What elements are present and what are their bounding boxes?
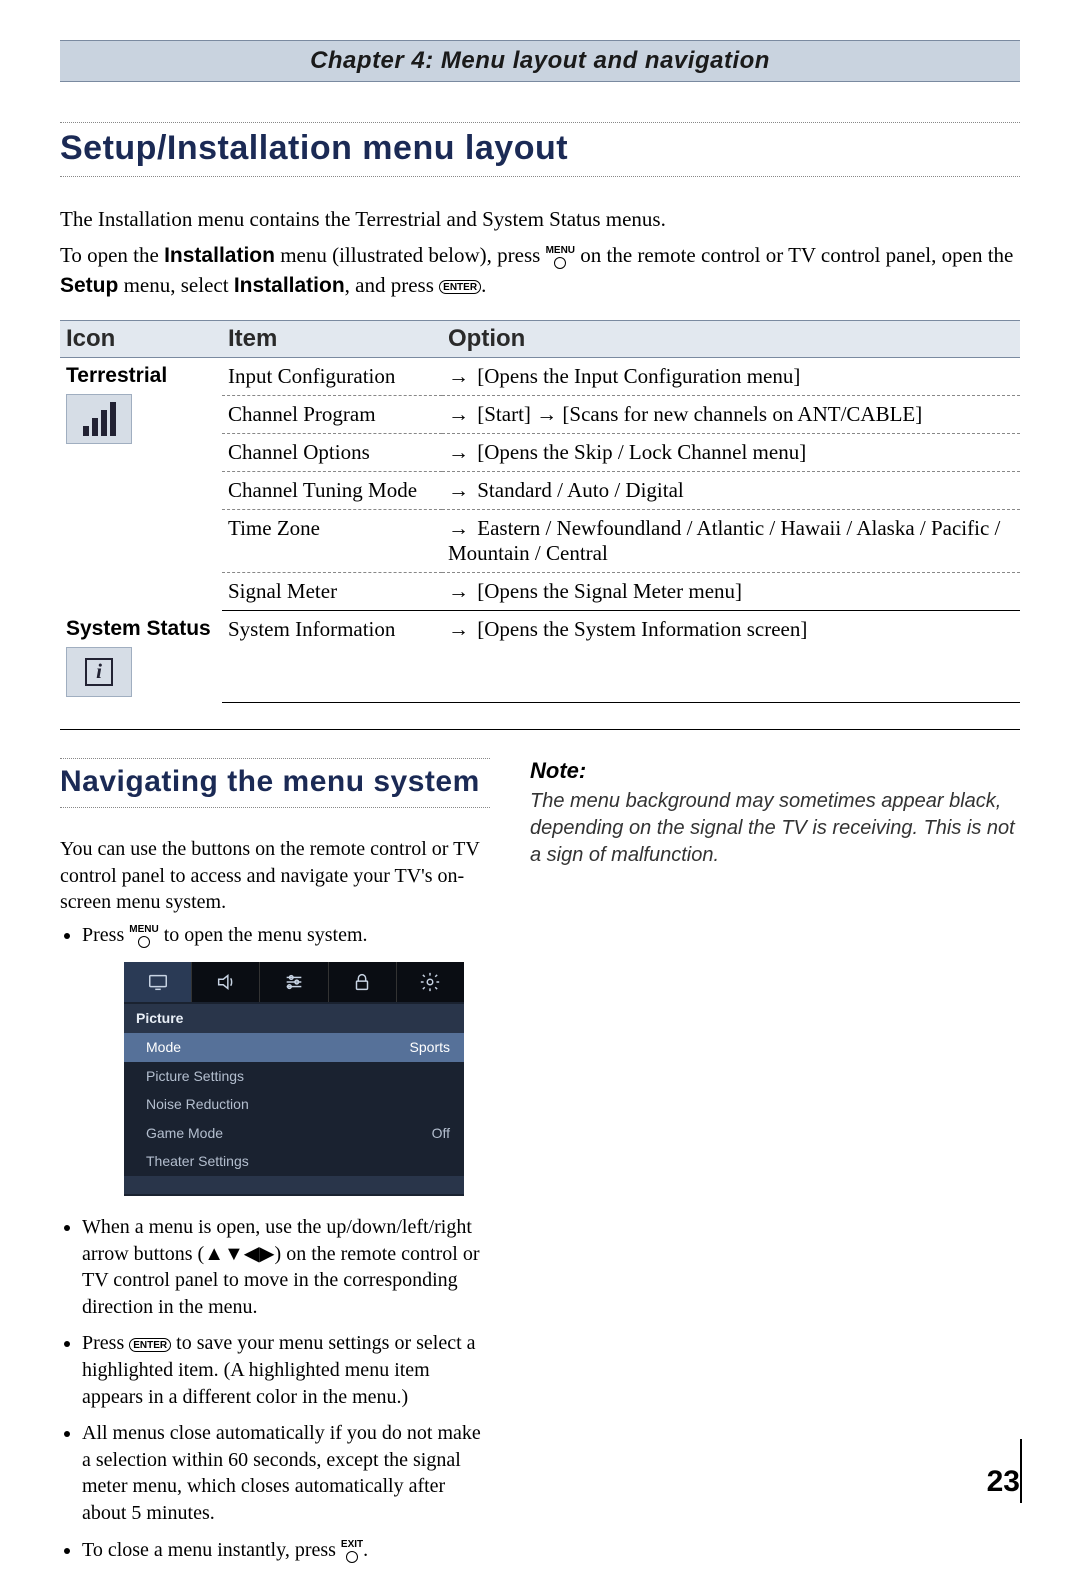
arrow-icon: → [448,517,472,541]
osd-tab-picture-icon [124,962,191,1002]
arrow-icon: → [448,618,472,642]
arrow-icon: → [448,479,472,503]
section-setup-install: Setup/Installation menu layout [60,122,1020,177]
option-cell: → [Start] → [Scans for new channels on A… [442,396,1020,434]
arrow-icon: → [448,403,472,427]
chapter-banner: Chapter 4: Menu layout and navigation [60,40,1020,82]
table-row: System Status i System Information→ [Opens… [60,611,1020,703]
osd-row: Game Mode Off [124,1119,464,1148]
osd-row-value: Sports [410,1038,450,1057]
section-navigating: Navigating the menu system [60,758,490,808]
group-label: Terrestrial [66,364,216,388]
option-cell: → Eastern / Newfoundland / Atlantic / Ha… [442,510,1020,573]
item-cell: Signal Meter [222,573,442,611]
osd-row: Noise Reduction [124,1090,464,1119]
menu-layout-table: Icon Item Option TerrestrialInput Config… [60,320,1020,703]
osd-row-label: Picture Settings [146,1067,244,1086]
section2-body: You can use the buttons on the remote co… [60,836,490,1563]
signal-icon [66,394,132,444]
osd-row: Mode Sports [124,1033,464,1062]
menu-button-icon: MENU [129,925,158,948]
bullet-4: All menus close automatically if you do … [82,1420,490,1526]
osd-row-label: Mode [146,1038,181,1057]
osd-row: Picture Settings [124,1062,464,1091]
item-cell: Channel Program [222,396,442,434]
option-cell: → [Opens the Input Configuration menu] [442,358,1020,396]
osd-row: Theater Settings [124,1147,464,1176]
section1-title: Setup/Installation menu layout [60,123,1020,170]
page-number: 23 [987,1465,1020,1499]
th-option: Option [442,321,1020,358]
osd-tab-lock-icon [328,962,396,1002]
arrow-icon: → [448,580,472,604]
group-icon-cell: Terrestrial [60,358,222,611]
bullet-1: Press MENU to open the menu system. Pict… [82,922,490,1196]
osd-row-label: Game Mode [146,1124,223,1143]
option-cell: → [Opens the Signal Meter menu] [442,573,1020,611]
arrow-icon: → [448,441,472,465]
menu-button-icon: MENU [546,246,575,269]
chapter-banner-text: Chapter 4: Menu layout and navigation [310,47,770,74]
exit-button-icon: EXIT [341,1540,363,1563]
option-cell: → [Opens the System Information screen] [442,611,1020,703]
th-item: Item [222,321,442,358]
enter-button-icon: ENTER [439,280,481,294]
section1-intro: The Installation menu contains the Terre… [60,205,1020,300]
intro-line1: The Installation menu contains the Terre… [60,205,1020,233]
osd-menu-screenshot: Picture Mode Sports Picture Settings Noise … [124,962,464,1196]
table-row: TerrestrialInput Configuration→ [Opens t… [60,358,1020,396]
item-cell: Channel Options [222,434,442,472]
osd-tab-bar [124,962,464,1002]
enter-button-icon: ENTER [129,1338,171,1352]
arrow-icon: → [448,365,472,389]
note-body: The menu background may sometimes appear… [530,788,1020,869]
group-label: System Status [66,617,216,641]
osd-tab-audio-icon [191,962,259,1002]
osd-tab-sliders-icon [259,962,327,1002]
osd-row-value: Off [432,1124,450,1143]
bullet-2: When a menu is open, use the up/down/lef… [82,1214,490,1320]
th-icon: Icon [60,321,222,358]
note-title: Note: [530,758,1020,784]
osd-header: Picture [124,1004,464,1033]
group-icon-cell: System Status i [60,611,222,703]
info-icon: i [66,647,132,697]
section2-intro: You can use the buttons on the remote co… [60,836,490,916]
section2-title: Navigating the menu system [60,759,490,801]
item-cell: Input Configuration [222,358,442,396]
osd-tab-gear-icon [396,962,464,1002]
page-rule [1020,1439,1022,1503]
option-cell: → [Opens the Skip / Lock Channel menu] [442,434,1020,472]
item-cell: Channel Tuning Mode [222,472,442,510]
item-cell: Time Zone [222,510,442,573]
bullet-5: To close a menu instantly, press EXIT. [82,1537,490,1564]
divider [60,729,1020,730]
item-cell: System Information [222,611,442,703]
osd-row-label: Noise Reduction [146,1095,249,1114]
osd-row-label: Theater Settings [146,1152,249,1171]
option-cell: → Standard / Auto / Digital [442,472,1020,510]
bullet-3: Press ENTER to save your menu settings o… [82,1330,490,1410]
